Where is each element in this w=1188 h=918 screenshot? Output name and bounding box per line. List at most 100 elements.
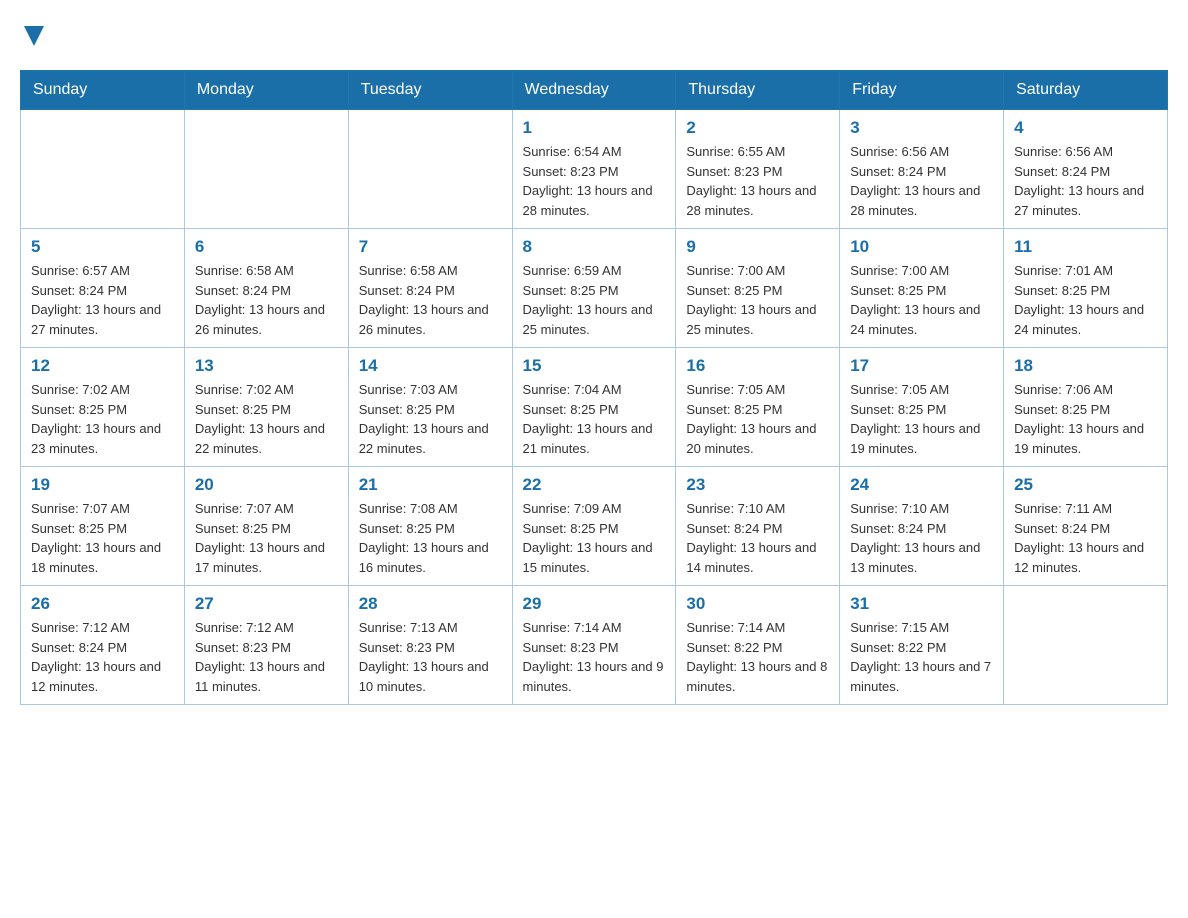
day-info: Sunrise: 7:08 AMSunset: 8:25 PMDaylight:… bbox=[359, 499, 502, 577]
day-number: 8 bbox=[523, 237, 666, 257]
column-header-tuesday: Tuesday bbox=[348, 71, 512, 110]
calendar-cell: 10 Sunrise: 7:00 AMSunset: 8:25 PMDayligh… bbox=[840, 229, 1004, 348]
calendar-cell: 18Sunrise: 7:06 AMSunset: 8:25 PMDayligh… bbox=[1004, 348, 1168, 467]
day-number: 29 bbox=[523, 594, 666, 614]
day-number: 11 bbox=[1014, 237, 1157, 257]
calendar-cell: 5 Sunrise: 6:57 AMSunset: 8:24 PMDaylight… bbox=[21, 229, 185, 348]
day-info: Sunrise: 6:56 AMSunset: 8:24 PMDaylight:… bbox=[1014, 142, 1157, 220]
day-number: 16 bbox=[686, 356, 829, 376]
day-info: Sunrise: 7:15 AMSunset: 8:22 PMDaylight:… bbox=[850, 618, 993, 696]
day-info: Sunrise: 7:02 AMSunset: 8:25 PMDaylight:… bbox=[195, 380, 338, 458]
calendar-cell: 11 Sunrise: 7:01 AMSunset: 8:25 PMDayligh… bbox=[1004, 229, 1168, 348]
day-number: 7 bbox=[359, 237, 502, 257]
day-info: Sunrise: 7:12 AMSunset: 8:23 PMDaylight:… bbox=[195, 618, 338, 696]
day-info: Sunrise: 7:07 AMSunset: 8:25 PMDaylight:… bbox=[31, 499, 174, 577]
logo bbox=[20, 20, 48, 50]
column-header-friday: Friday bbox=[840, 71, 1004, 110]
calendar-cell: 3 Sunrise: 6:56 AMSunset: 8:24 PMDaylight… bbox=[840, 110, 1004, 229]
week-row-2: 5 Sunrise: 6:57 AMSunset: 8:24 PMDaylight… bbox=[21, 229, 1168, 348]
calendar-cell: 17 Sunrise: 7:05 AMSunset: 8:25 PMDayligh… bbox=[840, 348, 1004, 467]
calendar-cell: 29 Sunrise: 7:14 AMSunset: 8:23 PMDayligh… bbox=[512, 586, 676, 705]
day-number: 9 bbox=[686, 237, 829, 257]
day-number: 10 bbox=[850, 237, 993, 257]
day-info: Sunrise: 7:00 AMSunset: 8:25 PMDaylight:… bbox=[850, 261, 993, 339]
calendar-cell: 1 Sunrise: 6:54 AMSunset: 8:23 PMDaylight… bbox=[512, 110, 676, 229]
calendar-cell: 6 Sunrise: 6:58 AMSunset: 8:24 PMDaylight… bbox=[184, 229, 348, 348]
day-number: 1 bbox=[523, 118, 666, 138]
calendar-cell: 12 Sunrise: 7:02 AMSunset: 8:25 PMDayligh… bbox=[21, 348, 185, 467]
week-row-4: 19 Sunrise: 7:07 AMSunset: 8:25 PMDayligh… bbox=[21, 467, 1168, 586]
day-info: Sunrise: 7:06 AMSunset: 8:25 PMDaylight:… bbox=[1014, 380, 1157, 458]
day-info: Sunrise: 6:57 AMSunset: 8:24 PMDaylight:… bbox=[31, 261, 174, 339]
day-number: 17 bbox=[850, 356, 993, 376]
calendar-cell: 16Sunrise: 7:05 AMSunset: 8:25 PMDayligh… bbox=[676, 348, 840, 467]
calendar-cell: 15Sunrise: 7:04 AMSunset: 8:25 PMDayligh… bbox=[512, 348, 676, 467]
day-number: 15 bbox=[523, 356, 666, 376]
day-number: 22 bbox=[523, 475, 666, 495]
day-number: 2 bbox=[686, 118, 829, 138]
week-row-3: 12 Sunrise: 7:02 AMSunset: 8:25 PMDayligh… bbox=[21, 348, 1168, 467]
calendar-cell bbox=[184, 110, 348, 229]
day-number: 6 bbox=[195, 237, 338, 257]
week-row-5: 26 Sunrise: 7:12 AMSunset: 8:24 PMDayligh… bbox=[21, 586, 1168, 705]
calendar-cell: 4 Sunrise: 6:56 AMSunset: 8:24 PMDaylight… bbox=[1004, 110, 1168, 229]
day-info: Sunrise: 6:59 AMSunset: 8:25 PMDaylight:… bbox=[523, 261, 666, 339]
calendar-cell: 22 Sunrise: 7:09 AMSunset: 8:25 PMDayligh… bbox=[512, 467, 676, 586]
day-info: Sunrise: 6:58 AMSunset: 8:24 PMDaylight:… bbox=[359, 261, 502, 339]
day-info: Sunrise: 7:10 AMSunset: 8:24 PMDaylight:… bbox=[850, 499, 993, 577]
calendar-cell bbox=[21, 110, 185, 229]
day-number: 4 bbox=[1014, 118, 1157, 138]
day-info: Sunrise: 6:58 AMSunset: 8:24 PMDaylight:… bbox=[195, 261, 338, 339]
day-number: 5 bbox=[31, 237, 174, 257]
calendar-cell: 21 Sunrise: 7:08 AMSunset: 8:25 PMDayligh… bbox=[348, 467, 512, 586]
calendar-cell: 2 Sunrise: 6:55 AMSunset: 8:23 PMDaylight… bbox=[676, 110, 840, 229]
day-info: Sunrise: 6:54 AMSunset: 8:23 PMDaylight:… bbox=[523, 142, 666, 220]
day-info: Sunrise: 7:10 AMSunset: 8:24 PMDaylight:… bbox=[686, 499, 829, 577]
day-info: Sunrise: 7:03 AMSunset: 8:25 PMDaylight:… bbox=[359, 380, 502, 458]
calendar-cell: 7 Sunrise: 6:58 AMSunset: 8:24 PMDaylight… bbox=[348, 229, 512, 348]
calendar-cell: 19 Sunrise: 7:07 AMSunset: 8:25 PMDayligh… bbox=[21, 467, 185, 586]
day-info: Sunrise: 6:56 AMSunset: 8:24 PMDaylight:… bbox=[850, 142, 993, 220]
day-number: 13 bbox=[195, 356, 338, 376]
day-number: 24 bbox=[850, 475, 993, 495]
calendar-cell: 27 Sunrise: 7:12 AMSunset: 8:23 PMDayligh… bbox=[184, 586, 348, 705]
day-info: Sunrise: 7:01 AMSunset: 8:25 PMDaylight:… bbox=[1014, 261, 1157, 339]
calendar-header-row: SundayMondayTuesdayWednesdayThursdayFrid… bbox=[21, 71, 1168, 110]
calendar-cell: 30Sunrise: 7:14 AMSunset: 8:22 PMDayligh… bbox=[676, 586, 840, 705]
calendar-cell: 14 Sunrise: 7:03 AMSunset: 8:25 PMDayligh… bbox=[348, 348, 512, 467]
day-number: 20 bbox=[195, 475, 338, 495]
day-info: Sunrise: 6:55 AMSunset: 8:23 PMDaylight:… bbox=[686, 142, 829, 220]
day-number: 14 bbox=[359, 356, 502, 376]
day-info: Sunrise: 7:13 AMSunset: 8:23 PMDaylight:… bbox=[359, 618, 502, 696]
calendar-cell: 31 Sunrise: 7:15 AMSunset: 8:22 PMDayligh… bbox=[840, 586, 1004, 705]
day-info: Sunrise: 7:11 AMSunset: 8:24 PMDaylight:… bbox=[1014, 499, 1157, 577]
day-number: 19 bbox=[31, 475, 174, 495]
day-info: Sunrise: 7:07 AMSunset: 8:25 PMDaylight:… bbox=[195, 499, 338, 577]
day-number: 23 bbox=[686, 475, 829, 495]
day-info: Sunrise: 7:09 AMSunset: 8:25 PMDaylight:… bbox=[523, 499, 666, 577]
day-number: 27 bbox=[195, 594, 338, 614]
calendar-cell: 26 Sunrise: 7:12 AMSunset: 8:24 PMDayligh… bbox=[21, 586, 185, 705]
calendar-cell: 23 Sunrise: 7:10 AMSunset: 8:24 PMDayligh… bbox=[676, 467, 840, 586]
day-number: 3 bbox=[850, 118, 993, 138]
day-info: Sunrise: 7:05 AMSunset: 8:25 PMDaylight:… bbox=[850, 380, 993, 458]
day-number: 21 bbox=[359, 475, 502, 495]
calendar-cell: 25Sunrise: 7:11 AMSunset: 8:24 PMDayligh… bbox=[1004, 467, 1168, 586]
calendar-cell bbox=[348, 110, 512, 229]
day-info: Sunrise: 7:14 AMSunset: 8:22 PMDaylight:… bbox=[686, 618, 829, 696]
calendar-cell bbox=[1004, 586, 1168, 705]
day-info: Sunrise: 7:02 AMSunset: 8:25 PMDaylight:… bbox=[31, 380, 174, 458]
day-number: 12 bbox=[31, 356, 174, 376]
column-header-thursday: Thursday bbox=[676, 71, 840, 110]
day-info: Sunrise: 7:12 AMSunset: 8:24 PMDaylight:… bbox=[31, 618, 174, 696]
column-header-sunday: Sunday bbox=[21, 71, 185, 110]
day-number: 31 bbox=[850, 594, 993, 614]
week-row-1: 1 Sunrise: 6:54 AMSunset: 8:23 PMDaylight… bbox=[21, 110, 1168, 229]
column-header-monday: Monday bbox=[184, 71, 348, 110]
day-number: 26 bbox=[31, 594, 174, 614]
day-number: 28 bbox=[359, 594, 502, 614]
day-info: Sunrise: 7:14 AMSunset: 8:23 PMDaylight:… bbox=[523, 618, 666, 696]
calendar-cell: 20 Sunrise: 7:07 AMSunset: 8:25 PMDayligh… bbox=[184, 467, 348, 586]
column-header-saturday: Saturday bbox=[1004, 71, 1168, 110]
logo-arrow-icon bbox=[20, 22, 48, 50]
